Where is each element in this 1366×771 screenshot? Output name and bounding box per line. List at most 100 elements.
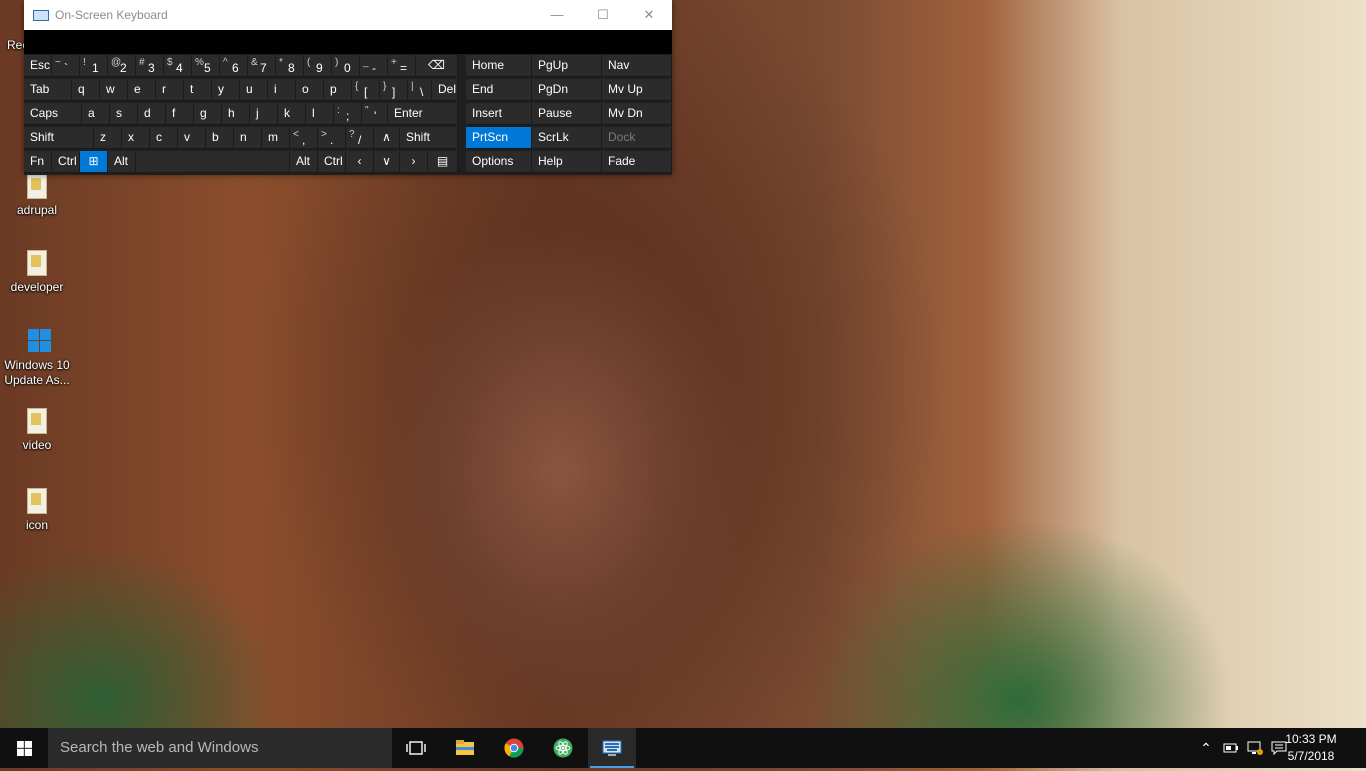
- key-shift[interactable]: Shift: [400, 127, 458, 149]
- key-r4k7[interactable]: ‹: [346, 151, 374, 173]
- key-r3k10[interactable]: ? /: [346, 127, 374, 149]
- maximize-button[interactable]: ☐: [580, 0, 626, 30]
- desktop-icon-icon[interactable]: icon: [4, 488, 70, 533]
- key-r2k11[interactable]: " ': [362, 103, 388, 125]
- key-1[interactable]: ! 1: [80, 55, 108, 77]
- chrome-button[interactable]: [490, 728, 538, 768]
- key-r4k2[interactable]: ⊞: [80, 151, 108, 173]
- key-home[interactable]: Home: [466, 55, 532, 77]
- task-view-button[interactable]: [392, 728, 440, 768]
- key-fade[interactable]: Fade: [602, 151, 672, 173]
- key-shift[interactable]: Shift: [24, 127, 94, 149]
- key-z[interactable]: z: [94, 127, 122, 149]
- key-a[interactable]: a: [82, 103, 110, 125]
- key-esc[interactable]: Esc: [24, 55, 52, 77]
- show-hidden-icons-chevron-icon[interactable]: ⌃: [1196, 728, 1216, 768]
- osk-titlebar[interactable]: On-Screen Keyboard — ☐ ✕: [24, 0, 672, 30]
- key-r[interactable]: r: [156, 79, 184, 101]
- key-d[interactable]: d: [138, 103, 166, 125]
- key-nav[interactable]: Nav: [602, 55, 672, 77]
- key-help[interactable]: Help: [532, 151, 602, 173]
- key-insert[interactable]: Insert: [466, 103, 532, 125]
- key-dock[interactable]: Dock: [602, 127, 672, 149]
- key-ctrl[interactable]: Ctrl: [52, 151, 80, 173]
- key-scrlk[interactable]: ScrLk: [532, 127, 602, 149]
- key-u[interactable]: u: [240, 79, 268, 101]
- key-caps[interactable]: Caps: [24, 103, 82, 125]
- key-5[interactable]: % 5: [192, 55, 220, 77]
- key-n[interactable]: n: [234, 127, 262, 149]
- key-r4k10[interactable]: ▤: [428, 151, 458, 173]
- start-button[interactable]: [0, 728, 48, 768]
- close-button[interactable]: ✕: [626, 0, 672, 30]
- key-e[interactable]: e: [128, 79, 156, 101]
- key-i[interactable]: i: [268, 79, 296, 101]
- key-pgdn[interactable]: PgDn: [532, 79, 602, 101]
- key-c[interactable]: c: [150, 127, 178, 149]
- key-j[interactable]: j: [250, 103, 278, 125]
- key-3[interactable]: #3: [136, 55, 164, 77]
- key-r0k13[interactable]: + =: [388, 55, 416, 77]
- key-space[interactable]: [136, 151, 290, 173]
- key-r4k8[interactable]: ∨: [374, 151, 400, 173]
- key-r0k1[interactable]: ~ `: [52, 55, 80, 77]
- key-r2k10[interactable]: :;: [334, 103, 362, 125]
- key-end[interactable]: End: [466, 79, 532, 101]
- key-r0k12[interactable]: _ -: [360, 55, 388, 77]
- key-pause[interactable]: Pause: [532, 103, 602, 125]
- key-r1k13[interactable]: | \: [408, 79, 432, 101]
- network-icon[interactable]: [1244, 728, 1266, 768]
- desktop-icon-video[interactable]: video: [4, 408, 70, 453]
- key-2[interactable]: @2: [108, 55, 136, 77]
- desktop-icon-developer[interactable]: developer: [4, 250, 70, 295]
- desktop-icon-adrupal[interactable]: adrupal: [4, 173, 70, 218]
- on-screen-keyboard-taskbar-button[interactable]: [588, 728, 636, 768]
- key-r0k14[interactable]: ⌫: [416, 55, 458, 77]
- key-w[interactable]: w: [100, 79, 128, 101]
- key-7[interactable]: & 7: [248, 55, 276, 77]
- key-r3k8[interactable]: <,: [290, 127, 318, 149]
- atom-button[interactable]: [539, 728, 587, 768]
- key-g[interactable]: g: [194, 103, 222, 125]
- on-screen-keyboard-window[interactable]: On-Screen Keyboard — ☐ ✕ Esc ~ `! 1 @2 #3 $4% 5…: [24, 0, 672, 175]
- key-9[interactable]: (9: [304, 55, 332, 77]
- key-h[interactable]: h: [222, 103, 250, 125]
- key-del[interactable]: Del: [432, 79, 458, 101]
- key-b[interactable]: b: [206, 127, 234, 149]
- key-options[interactable]: Options: [466, 151, 532, 173]
- key-enter[interactable]: Enter: [388, 103, 458, 125]
- key-r3k9[interactable]: >.: [318, 127, 346, 149]
- key-fn[interactable]: Fn: [24, 151, 52, 173]
- key-ctrl[interactable]: Ctrl: [318, 151, 346, 173]
- key-m[interactable]: m: [262, 127, 290, 149]
- key-0[interactable]: ) 0: [332, 55, 360, 77]
- key-alt[interactable]: Alt: [108, 151, 136, 173]
- key-r3k11[interactable]: ∧: [374, 127, 400, 149]
- key-6[interactable]: ^ 6: [220, 55, 248, 77]
- desktop-icon-windows-update-assistant[interactable]: Windows 10 Update As...: [4, 328, 70, 388]
- key-q[interactable]: q: [72, 79, 100, 101]
- key-x[interactable]: x: [122, 127, 150, 149]
- key-v[interactable]: v: [178, 127, 206, 149]
- key-s[interactable]: s: [110, 103, 138, 125]
- minimize-button[interactable]: —: [534, 0, 580, 30]
- key-alt[interactable]: Alt: [290, 151, 318, 173]
- key-mvup[interactable]: Mv Up: [602, 79, 672, 101]
- key-k[interactable]: k: [278, 103, 306, 125]
- key-4[interactable]: $4: [164, 55, 192, 77]
- key-t[interactable]: t: [184, 79, 212, 101]
- key-r1k12[interactable]: }]: [380, 79, 408, 101]
- key-tab[interactable]: Tab: [24, 79, 72, 101]
- file-explorer-button[interactable]: [441, 728, 489, 768]
- key-y[interactable]: y: [212, 79, 240, 101]
- key-pgup[interactable]: PgUp: [532, 55, 602, 77]
- key-p[interactable]: p: [324, 79, 352, 101]
- key-8[interactable]: * 8: [276, 55, 304, 77]
- clock[interactable]: 10:33 PM 5/7/2018: [1276, 731, 1346, 765]
- search-input[interactable]: Search the web and Windows: [48, 728, 392, 768]
- key-mvdn[interactable]: Mv Dn: [602, 103, 672, 125]
- key-r1k11[interactable]: {[: [352, 79, 380, 101]
- key-prtscn[interactable]: PrtScn: [466, 127, 532, 149]
- key-r4k9[interactable]: ›: [400, 151, 428, 173]
- battery-icon[interactable]: [1220, 728, 1242, 768]
